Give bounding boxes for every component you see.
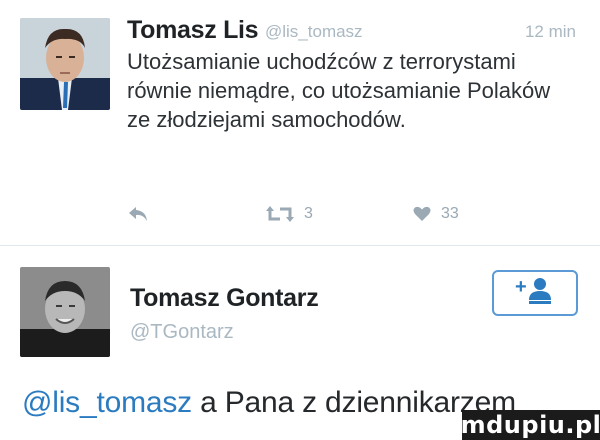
retweet-button[interactable]: 3 [266,205,313,223]
author-name[interactable]: Tomasz Lis [127,16,259,45]
like-count: 33 [441,205,459,222]
reply-author-handle[interactable]: @TGontarz [130,321,234,344]
avatar[interactable] [20,18,110,110]
author-handle[interactable]: @lis_tomasz [265,22,363,42]
tweet-actions: 3 33 [0,205,600,229]
follow-user-icon: + [515,276,555,310]
reply-text: @lis_tomasz a Pana z dziennikarzem [22,386,516,420]
svg-text:+: + [515,276,527,298]
like-button[interactable]: 33 [413,205,459,223]
follow-button[interactable]: + [492,270,578,316]
heart-icon [413,206,431,222]
watermark-logo: mdupiu.pl [460,410,600,440]
tweet-text: Utożsamianie uchodźców z terrorystami ró… [127,49,551,132]
reply-button[interactable] [127,205,149,223]
reply-icon [127,205,149,223]
retweet-count: 3 [304,205,313,222]
divider [0,245,600,246]
mention-link[interactable]: @lis_tomasz [22,386,192,419]
tweet: Tomasz Lis @lis_tomasz 12 min Utożsamian… [0,0,600,245]
avatar[interactable] [20,267,110,357]
retweet-icon [266,205,294,223]
reply-author-name[interactable]: Tomasz Gontarz [130,284,319,313]
tweet-time[interactable]: 12 min [525,22,576,42]
